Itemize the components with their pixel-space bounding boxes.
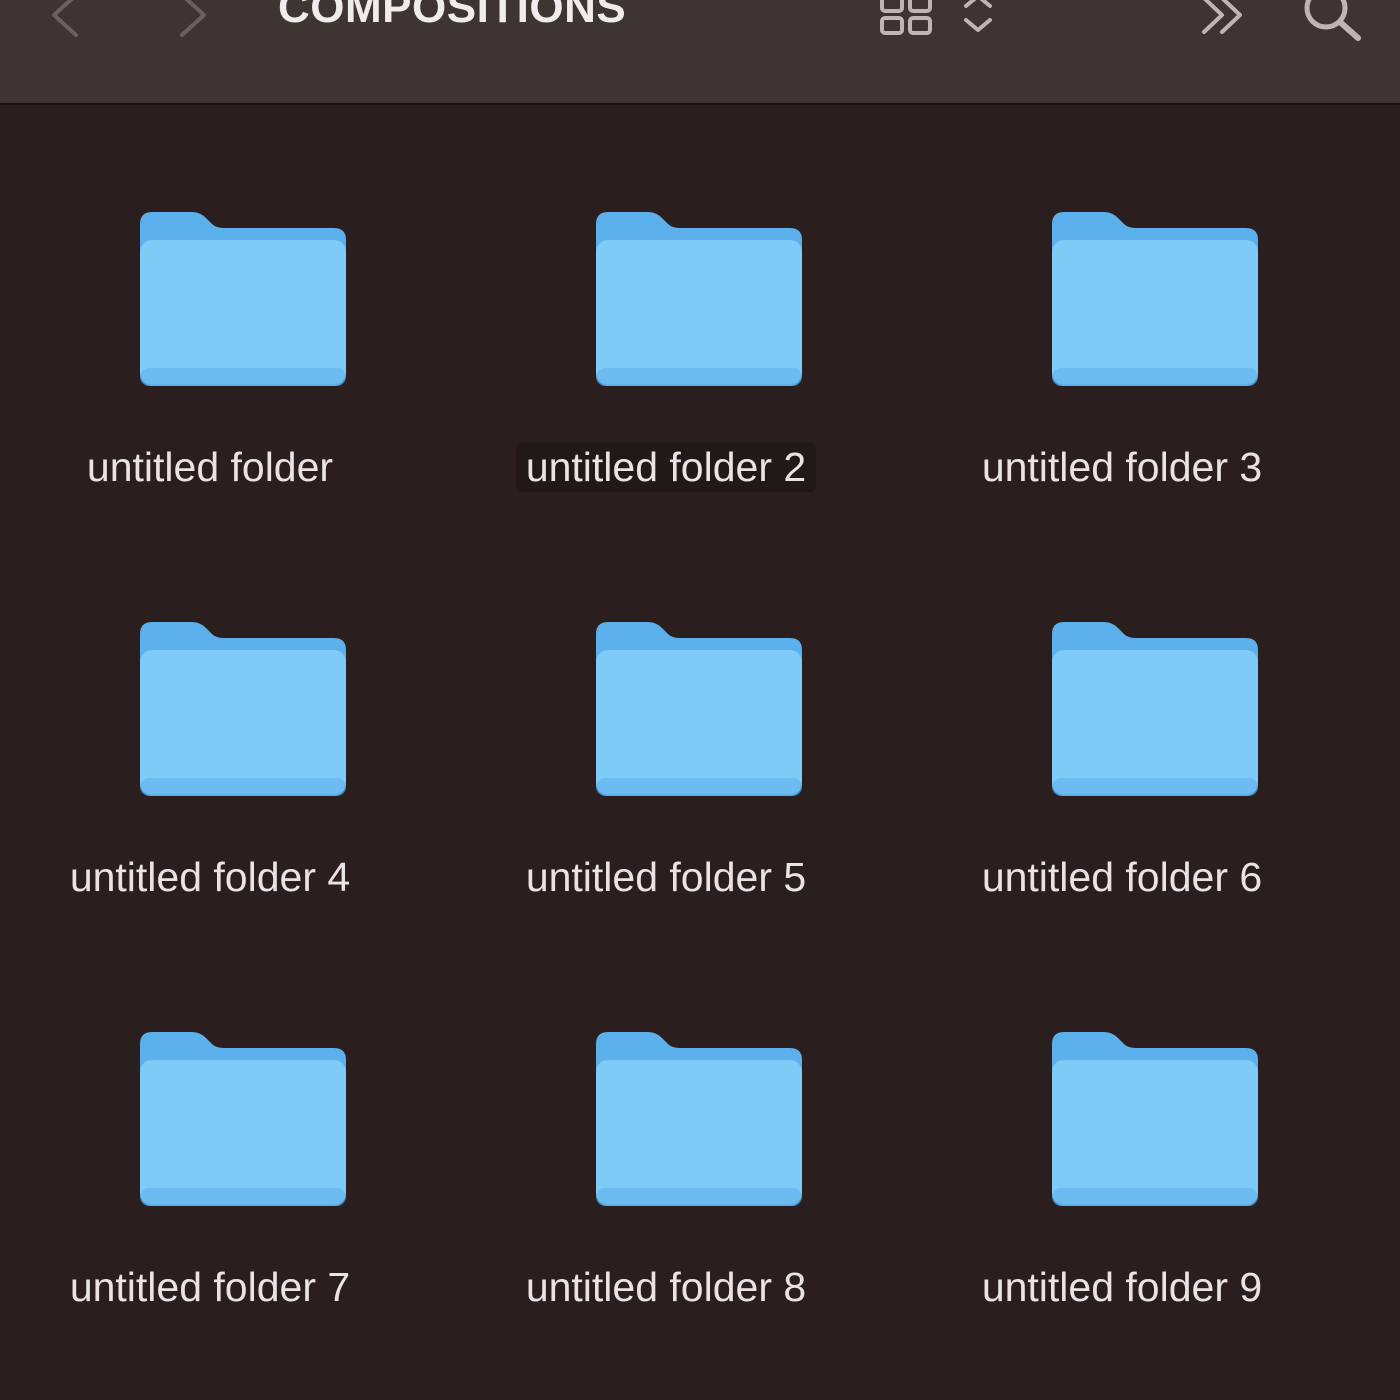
folder-icon bbox=[594, 1030, 804, 1210]
folder-item[interactable]: untitled folder 5 bbox=[456, 515, 876, 900]
chevron-right-icon[interactable] bbox=[172, 0, 212, 40]
folder-label: untitled folder 8 bbox=[525, 1264, 807, 1310]
folder-icon bbox=[1050, 210, 1260, 390]
folder-icon bbox=[1050, 620, 1260, 800]
folder-icon bbox=[138, 1030, 348, 1210]
folder-label: untitled folder 2 bbox=[426, 442, 906, 492]
folder-icon bbox=[1050, 1030, 1260, 1210]
folder-icon bbox=[138, 210, 348, 390]
folder-icon bbox=[138, 620, 348, 800]
folder-label: untitled folder 4 bbox=[69, 854, 351, 900]
folder-item[interactable]: untitled folder bbox=[0, 105, 420, 490]
folder-label: untitled folder 6 bbox=[981, 854, 1263, 900]
grid-view-icon[interactable] bbox=[878, 0, 938, 40]
folder-item[interactable]: untitled folder 8 bbox=[456, 925, 876, 1310]
finder-toolbar: COMPOSITIONS bbox=[0, 0, 1400, 105]
folder-label: untitled folder 5 bbox=[525, 854, 807, 900]
folder-icon bbox=[594, 620, 804, 800]
double-chevron-right-icon[interactable] bbox=[1198, 0, 1250, 40]
folder-icon bbox=[594, 210, 804, 390]
folder-item[interactable]: untitled folder 3 bbox=[912, 105, 1332, 490]
folder-label: untitled folder 3 bbox=[981, 444, 1263, 490]
folder-item[interactable]: untitled folder 2 bbox=[456, 105, 876, 492]
folder-grid: untitled folder untitled folder 2 untitl… bbox=[0, 105, 1400, 1400]
folder-label: untitled folder bbox=[86, 444, 334, 490]
folder-item[interactable]: untitled folder 6 bbox=[912, 515, 1332, 900]
window-title: COMPOSITIONS bbox=[278, 0, 627, 32]
up-down-chevron-icon[interactable] bbox=[960, 0, 996, 42]
chevron-left-icon[interactable] bbox=[46, 0, 86, 40]
folder-item[interactable]: untitled folder 9 bbox=[912, 925, 1332, 1310]
folder-label: untitled folder 7 bbox=[69, 1264, 351, 1310]
search-icon[interactable] bbox=[1300, 0, 1370, 44]
folder-label: untitled folder 9 bbox=[981, 1264, 1263, 1310]
folder-item[interactable]: untitled folder 7 bbox=[0, 925, 420, 1310]
folder-item[interactable]: untitled folder 4 bbox=[0, 515, 420, 900]
